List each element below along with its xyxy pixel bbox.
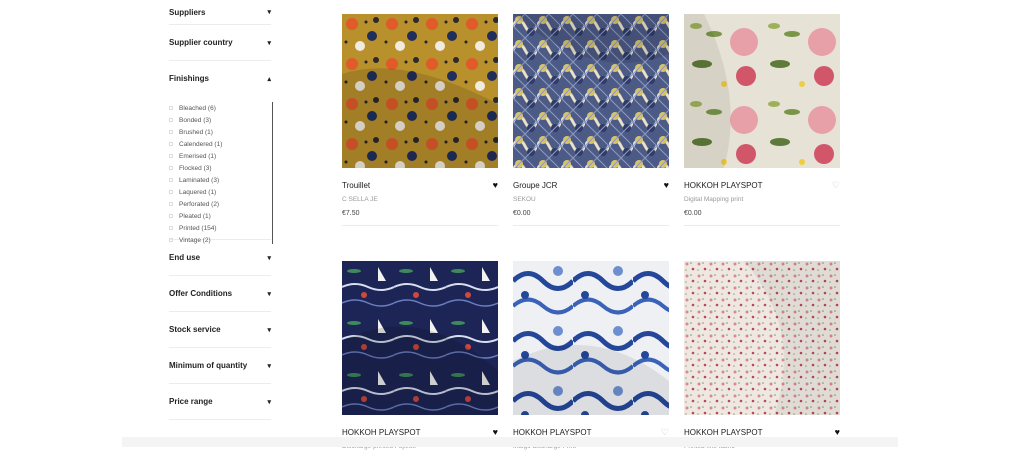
options-scrollbar[interactable] — [272, 102, 273, 244]
option-label: Printed (154) — [179, 224, 217, 232]
product-card[interactable]: Trouillet ♥ C SELLA JE €7.50 — [342, 14, 498, 226]
card-divider — [342, 225, 498, 226]
checkbox[interactable] — [169, 106, 173, 110]
fabric-swatch-image[interactable] — [342, 14, 498, 168]
chevron-up-icon: ▴ — [267, 75, 271, 83]
chevron-down-icon: ▾ — [267, 39, 271, 47]
checkbox[interactable] — [169, 190, 173, 194]
product-name[interactable]: HOKKOH PLAYSPOT — [684, 428, 763, 437]
product-supplier: SEKOU — [513, 196, 536, 203]
option-label: Bonded (3) — [179, 116, 212, 124]
filter-label: Suppliers — [169, 7, 206, 17]
finishing-option[interactable]: Bonded (3) — [169, 114, 271, 126]
chevron-down-icon: ▾ — [267, 326, 271, 334]
finishings-options: Bleached (6) Bonded (3) Brushed (1) Cale… — [169, 96, 273, 244]
option-label: Laquered (1) — [179, 188, 217, 196]
product-name[interactable]: Trouillet — [342, 181, 370, 190]
finishing-option[interactable]: Printed (154) — [169, 222, 271, 234]
checkbox[interactable] — [169, 142, 173, 146]
option-label: Laminated (3) — [179, 176, 220, 184]
chevron-down-icon: ▾ — [267, 254, 271, 262]
checkbox[interactable] — [169, 130, 173, 134]
filter-sidebar: Suppliers ▾ Supplier country ▾ Finishing… — [169, 0, 273, 420]
chevron-down-icon: ▾ — [267, 398, 271, 406]
product-name[interactable]: HOKKOH PLAYSPOT — [342, 428, 421, 437]
option-label: Perforated (2) — [179, 200, 220, 208]
option-label: Bleached (6) — [179, 104, 216, 112]
filter-supplier-country[interactable]: Supplier country ▾ — [169, 25, 271, 61]
heart-outline-icon[interactable]: ♡ — [832, 181, 840, 190]
fabric-swatch-image[interactable] — [684, 14, 840, 168]
filter-label: Supplier country — [169, 38, 233, 47]
finishing-option[interactable]: Bleached (6) — [169, 102, 271, 114]
filter-label: Finishings — [169, 74, 209, 83]
option-label: Pleated (1) — [179, 212, 211, 220]
option-label: Vintage (2) — [179, 236, 211, 244]
checkbox[interactable] — [169, 178, 173, 182]
bottom-bar — [122, 437, 898, 447]
finishing-option[interactable]: Laquered (1) — [169, 186, 271, 198]
filter-label: Minimum of quantity — [169, 361, 248, 370]
fabric-swatch-image[interactable] — [513, 261, 669, 415]
checkbox[interactable] — [169, 118, 173, 122]
option-label: Calendered (1) — [179, 140, 223, 148]
finishing-option[interactable]: Calendered (1) — [169, 138, 271, 150]
heart-icon[interactable]: ♥ — [493, 181, 498, 190]
filter-label: End use — [169, 253, 201, 262]
product-price: €0.00 — [513, 210, 531, 217]
fabric-swatch-image[interactable] — [684, 261, 840, 415]
card-divider — [684, 225, 840, 226]
checkbox[interactable] — [169, 226, 173, 230]
product-name[interactable]: Groupe JCR — [513, 181, 557, 190]
product-supplier: C SELLA JE — [342, 196, 378, 203]
product-price: €0.00 — [684, 210, 702, 217]
finishing-option[interactable]: Brushed (1) — [169, 126, 271, 138]
product-card[interactable]: HOKKOH PLAYSPOT ♥ Printed fine fabric — [684, 261, 840, 450]
finishing-option[interactable]: Emerised (1) — [169, 150, 271, 162]
finishing-option[interactable]: Pleated (1) — [169, 210, 271, 222]
filter-stock-service[interactable]: Stock service ▾ — [169, 312, 271, 348]
product-name[interactable]: HOKKOH PLAYSPOT — [684, 181, 763, 190]
heart-outline-icon[interactable]: ♡ — [661, 428, 669, 437]
card-divider — [513, 225, 669, 226]
option-label: Emerised (1) — [179, 152, 217, 160]
heart-icon[interactable]: ♥ — [664, 181, 669, 190]
finishing-option[interactable]: Vintage (2) — [169, 234, 271, 246]
finishing-option[interactable]: Flocked (3) — [169, 162, 271, 174]
product-card[interactable]: HOKKOH PLAYSPOT ♡ Digital Mapping print … — [684, 14, 840, 226]
checkbox[interactable] — [169, 154, 173, 158]
finishing-option[interactable]: Laminated (3) — [169, 174, 271, 186]
chevron-down-icon: ▾ — [267, 9, 271, 16]
heart-icon[interactable]: ♥ — [835, 428, 840, 437]
filter-minimum-quantity[interactable]: Minimum of quantity ▾ — [169, 348, 271, 384]
option-label: Flocked (3) — [179, 164, 212, 172]
filter-offer-conditions[interactable]: Offer Conditions ▾ — [169, 276, 271, 312]
filter-suppliers[interactable]: Suppliers ▾ — [169, 0, 271, 25]
product-card[interactable]: Groupe JCR ♥ SEKOU €0.00 — [513, 14, 669, 226]
product-supplier: Digital Mapping print — [684, 196, 744, 203]
filter-finishings[interactable]: Finishings ▴ — [169, 61, 271, 96]
finishing-option[interactable]: Perforated (2) — [169, 198, 271, 210]
checkbox[interactable] — [169, 202, 173, 206]
fabric-swatch-image[interactable] — [513, 14, 669, 168]
product-card[interactable]: HOKKOH PLAYSPOT ♡ Indigo discharge Print — [513, 261, 669, 450]
filter-price-range[interactable]: Price range ▾ — [169, 384, 271, 420]
filter-label: Offer Conditions — [169, 289, 233, 298]
option-label: Brushed (1) — [179, 128, 213, 136]
product-card[interactable]: HOKKOH PLAYSPOT ♥ Discharge printed Fuji… — [342, 261, 498, 450]
checkbox[interactable] — [169, 214, 173, 218]
filter-label: Stock service — [169, 325, 221, 334]
product-name[interactable]: HOKKOH PLAYSPOT — [513, 428, 592, 437]
chevron-down-icon: ▾ — [267, 362, 271, 370]
heart-icon[interactable]: ♥ — [493, 428, 498, 437]
checkbox[interactable] — [169, 166, 173, 170]
filter-label: Price range — [169, 397, 213, 406]
chevron-down-icon: ▾ — [267, 290, 271, 298]
product-price: €7.50 — [342, 210, 360, 217]
checkbox[interactable] — [169, 238, 173, 242]
fabric-swatch-image[interactable] — [342, 261, 498, 415]
